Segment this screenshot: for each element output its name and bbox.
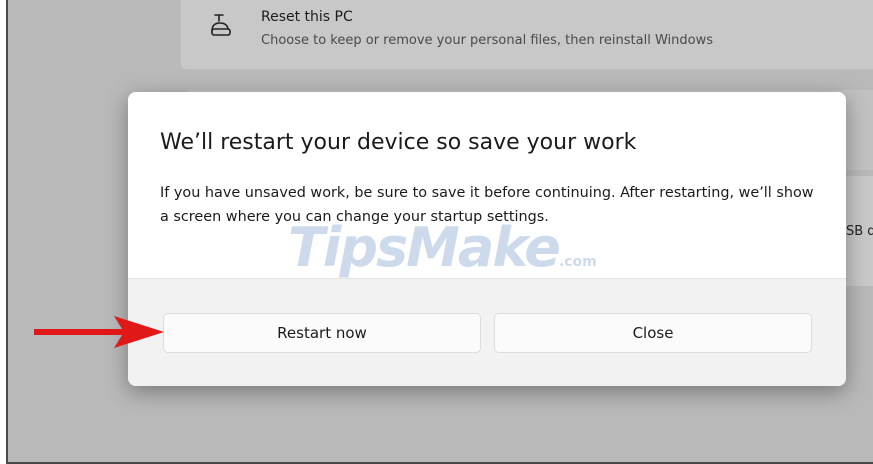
background-text-snippet: SB d	[846, 224, 873, 239]
dialog-footer: Restart now Close	[128, 278, 846, 386]
restart-now-button[interactable]: Restart now	[163, 313, 481, 353]
reset-this-pc-title: Reset this PC	[261, 9, 353, 25]
reset-pc-icon	[207, 9, 237, 39]
restart-dialog: We’ll restart your device so save your w…	[128, 92, 846, 386]
close-button[interactable]: Close	[494, 313, 812, 353]
reset-this-pc-card[interactable]: Reset this PC Choose to keep or remove y…	[180, 0, 873, 70]
reset-this-pc-subtitle: Choose to keep or remove your personal f…	[261, 33, 713, 48]
dialog-message: If you have unsaved work, be sure to sav…	[160, 185, 814, 225]
dialog-title: We’ll restart your device so save your w…	[160, 130, 637, 155]
dialog-body: We’ll restart your device so save your w…	[128, 92, 846, 278]
